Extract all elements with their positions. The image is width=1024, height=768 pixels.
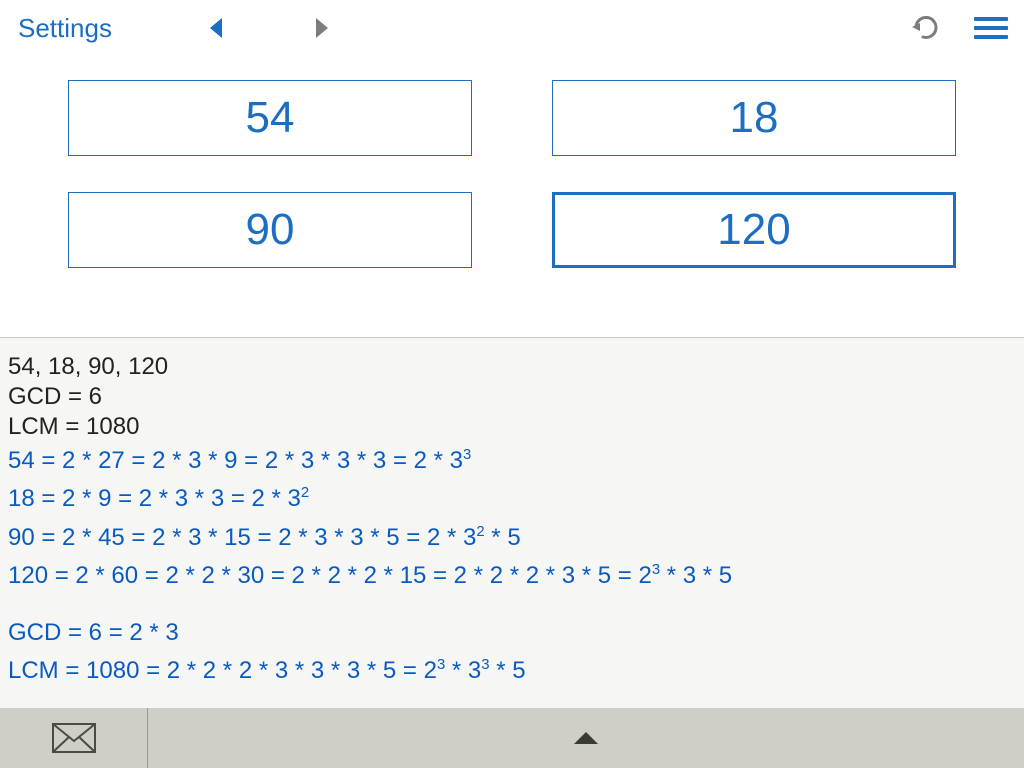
number-inputs: 54 18 90 120 <box>0 56 1024 268</box>
nav-arrows <box>208 16 330 40</box>
results-panel: 54, 18, 90, 120 GCD = 6 LCM = 1080 54 = … <box>0 337 1024 708</box>
factorization-line: 120 = 2 * 60 = 2 * 2 * 30 = 2 * 2 * 2 * … <box>8 557 1016 595</box>
factorization-line: 54 = 2 * 27 = 2 * 3 * 9 = 2 * 3 * 3 * 3 … <box>8 442 1016 480</box>
prev-arrow-icon[interactable] <box>208 16 224 40</box>
number-input-1[interactable]: 18 <box>552 80 956 156</box>
summary-lcm: LCM = 1080 <box>8 412 1016 442</box>
factorization-line: 18 = 2 * 9 = 2 * 3 * 3 = 2 * 32 <box>8 480 1016 518</box>
number-input-3[interactable]: 120 <box>552 192 956 268</box>
gcd-factorization: GCD = 6 = 2 * 3 <box>8 614 1016 652</box>
settings-button[interactable]: Settings <box>12 9 118 48</box>
summary-gcd: GCD = 6 <box>8 382 1016 412</box>
lcm-factorization: LCM = 1080 = 2 * 2 * 2 * 3 * 3 * 3 * 5 =… <box>8 652 1016 690</box>
next-arrow-icon[interactable] <box>314 16 330 40</box>
mail-button[interactable] <box>0 708 148 768</box>
menu-icon[interactable] <box>970 13 1012 43</box>
factorization-line: 90 = 2 * 45 = 2 * 3 * 15 = 2 * 3 * 3 * 5… <box>8 519 1016 557</box>
bottom-toolbar <box>0 708 1024 768</box>
number-input-2[interactable]: 90 <box>68 192 472 268</box>
toolbar: Settings <box>0 0 1024 56</box>
undo-icon[interactable] <box>908 13 942 43</box>
summary-input-list: 54, 18, 90, 120 <box>8 352 1016 382</box>
number-input-0[interactable]: 54 <box>68 80 472 156</box>
mail-icon <box>52 723 96 753</box>
chevron-up-icon <box>572 730 600 746</box>
expand-button[interactable] <box>148 708 1024 768</box>
